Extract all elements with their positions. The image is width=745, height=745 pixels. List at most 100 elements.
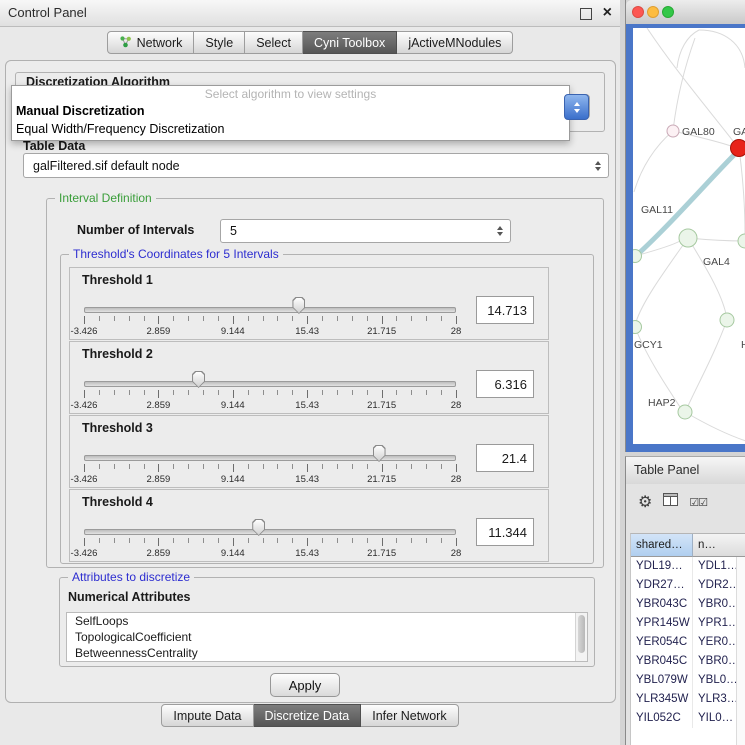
tab-select[interactable]: Select: [245, 31, 303, 54]
tick-mark: [411, 316, 412, 321]
tab-style[interactable]: Style: [194, 31, 245, 54]
tick-mark: [158, 464, 159, 472]
dropdown-option-equal-width[interactable]: Equal Width/Frequency Discretization: [12, 120, 569, 138]
table-row[interactable]: YBR045CYBR0…: [631, 652, 745, 671]
slider-ticks: [84, 316, 456, 325]
tick-mark: [307, 316, 308, 324]
threshold-value-field[interactable]: 11.344: [476, 518, 534, 546]
slider-track[interactable]: [84, 455, 456, 461]
control-panel-titlebar[interactable]: Control Panel ×: [0, 0, 620, 27]
table-row[interactable]: YDR27…YDR2…: [631, 576, 745, 595]
network-node[interactable]: [678, 405, 692, 419]
tab-jactivemnodules[interactable]: jActiveMNodules: [397, 31, 513, 54]
tab-infer-network[interactable]: Infer Network: [361, 704, 458, 727]
select-columns-icon[interactable]: ☑☑: [689, 496, 707, 509]
tick-mark: [396, 464, 397, 469]
network-node[interactable]: [679, 229, 697, 247]
table-row[interactable]: YLR345WYLR3…: [631, 690, 745, 709]
tick-mark: [233, 390, 234, 398]
tab-impute-data[interactable]: Impute Data: [161, 704, 253, 727]
list-scrollbar[interactable]: [575, 613, 587, 661]
table-cell: YDR27…: [631, 576, 693, 595]
network-edge: [688, 320, 727, 406]
minimize-traffic-light[interactable]: [647, 6, 659, 18]
table-data-combobox[interactable]: galFiltered.sif default node: [23, 153, 609, 178]
table-row[interactable]: YIL052CYIL0…: [631, 709, 745, 728]
tick-mark: [188, 316, 189, 321]
tick-mark: [173, 538, 174, 543]
tick-mark: [129, 390, 130, 395]
threshold-value-field[interactable]: 14.713: [476, 296, 534, 324]
network-node[interactable]: [633, 321, 642, 334]
tick-mark: [456, 390, 457, 398]
network-node[interactable]: [731, 140, 745, 157]
network-view-window: GAL80GAGAL11GAL4GCY1HHAP2: [625, 0, 745, 452]
threshold-slider[interactable]: -3.4262.8599.14415.4321.71528: [82, 512, 458, 558]
float-window-icon[interactable]: [580, 8, 592, 20]
slider-track[interactable]: [84, 529, 456, 535]
table-cell: YER054C: [631, 633, 693, 652]
table-row[interactable]: YPR145WYPR1…: [631, 614, 745, 633]
table-panel-header[interactable]: Table Panel: [625, 456, 745, 486]
table-row[interactable]: YER054CYER0…: [631, 633, 745, 652]
network-node[interactable]: [720, 313, 734, 327]
tab-cyni-toolbox[interactable]: Cyni Toolbox: [303, 31, 397, 54]
slider-ticks: [84, 538, 456, 547]
network-node[interactable]: [633, 250, 642, 263]
table-row[interactable]: YDL19…YDL1…: [631, 557, 745, 576]
attribute-item[interactable]: TopologicalCoefficient: [67, 629, 587, 645]
network-icon: [119, 35, 132, 51]
tick-mark: [84, 390, 85, 398]
table-scrollbar[interactable]: [736, 557, 745, 745]
table-row[interactable]: YBL079WYBL0…: [631, 671, 745, 690]
gear-icon[interactable]: ⚙: [638, 492, 652, 512]
slider-track[interactable]: [84, 307, 456, 313]
tick-mark: [263, 464, 264, 469]
threshold-slider[interactable]: -3.4262.8599.14415.4321.71528: [82, 290, 458, 336]
numerical-attributes-list[interactable]: SelfLoopsTopologicalCoefficientBetweenne…: [66, 612, 588, 662]
threshold-slider[interactable]: -3.4262.8599.14415.4321.71528: [82, 364, 458, 410]
network-node[interactable]: [738, 234, 745, 248]
threshold-value-field[interactable]: 6.316: [476, 370, 534, 398]
dropdown-option-manual[interactable]: Manual Discretization: [12, 102, 569, 120]
network-window-titlebar[interactable]: [626, 0, 745, 25]
close-traffic-light[interactable]: [632, 6, 644, 18]
tick-mark: [277, 464, 278, 469]
threshold-value-field[interactable]: 21.4: [476, 444, 534, 472]
algorithm-combobox-stepper[interactable]: [564, 94, 589, 120]
tick-mark: [322, 538, 323, 543]
table-row[interactable]: YBR043CYBR0…: [631, 595, 745, 614]
apply-button[interactable]: Apply: [270, 673, 340, 697]
attribute-item[interactable]: SelfLoops: [67, 613, 587, 629]
tab-network[interactable]: Network: [107, 31, 195, 54]
network-node[interactable]: [667, 125, 679, 137]
close-window-icon[interactable]: ×: [603, 3, 612, 23]
tick-mark: [426, 538, 427, 543]
column-header-name[interactable]: n…: [693, 534, 745, 557]
tab-discretize-data[interactable]: Discretize Data: [254, 704, 362, 727]
network-edge: [677, 30, 699, 68]
network-node-label: H: [741, 339, 745, 351]
tick-mark: [396, 316, 397, 321]
tick-mark: [382, 538, 383, 546]
column-header-shared-name[interactable]: shared…: [631, 534, 693, 557]
table-cell: YIL052C: [631, 709, 693, 728]
slider-track[interactable]: [84, 381, 456, 387]
tick-mark: [84, 538, 85, 546]
scrollbar-thumb[interactable]: [578, 615, 585, 653]
table-cell: YPR145W: [631, 614, 693, 633]
tick-mark: [248, 464, 249, 469]
table-data-label: Table Data: [23, 139, 85, 153]
tick-label: 15.43: [295, 548, 319, 559]
tick-label: 15.43: [295, 326, 319, 337]
zoom-traffic-light[interactable]: [662, 6, 674, 18]
network-node-label: GAL11: [641, 204, 673, 216]
threshold-label: Threshold 3: [82, 421, 153, 435]
columns-icon[interactable]: [663, 493, 678, 511]
attribute-item[interactable]: BetweennessCentrality: [67, 645, 587, 661]
threshold-slider[interactable]: -3.4262.8599.14415.4321.71528: [82, 438, 458, 484]
tick-mark: [188, 390, 189, 395]
number-of-intervals-combobox[interactable]: 5: [220, 219, 511, 243]
network-canvas[interactable]: GAL80GAGAL11GAL4GCY1HHAP2: [633, 28, 745, 444]
threshold-label: Threshold 4: [82, 495, 153, 509]
